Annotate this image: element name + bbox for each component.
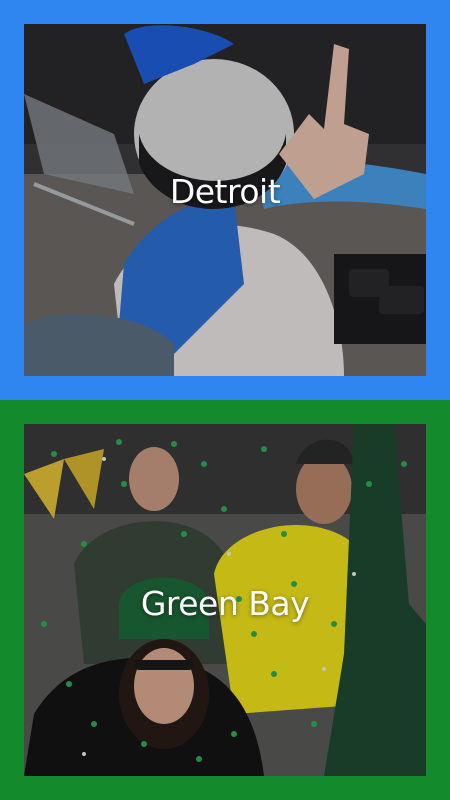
detroit-photo: Detroit bbox=[24, 24, 426, 376]
city-label-detroit: Detroit bbox=[169, 172, 281, 211]
green-bay-photo: Green Bay bbox=[24, 424, 426, 776]
city-card-detroit[interactable]: Detroit bbox=[0, 0, 450, 400]
city-card-green-bay[interactable]: Green Bay bbox=[0, 400, 450, 800]
city-label-green-bay: Green Bay bbox=[140, 584, 310, 623]
